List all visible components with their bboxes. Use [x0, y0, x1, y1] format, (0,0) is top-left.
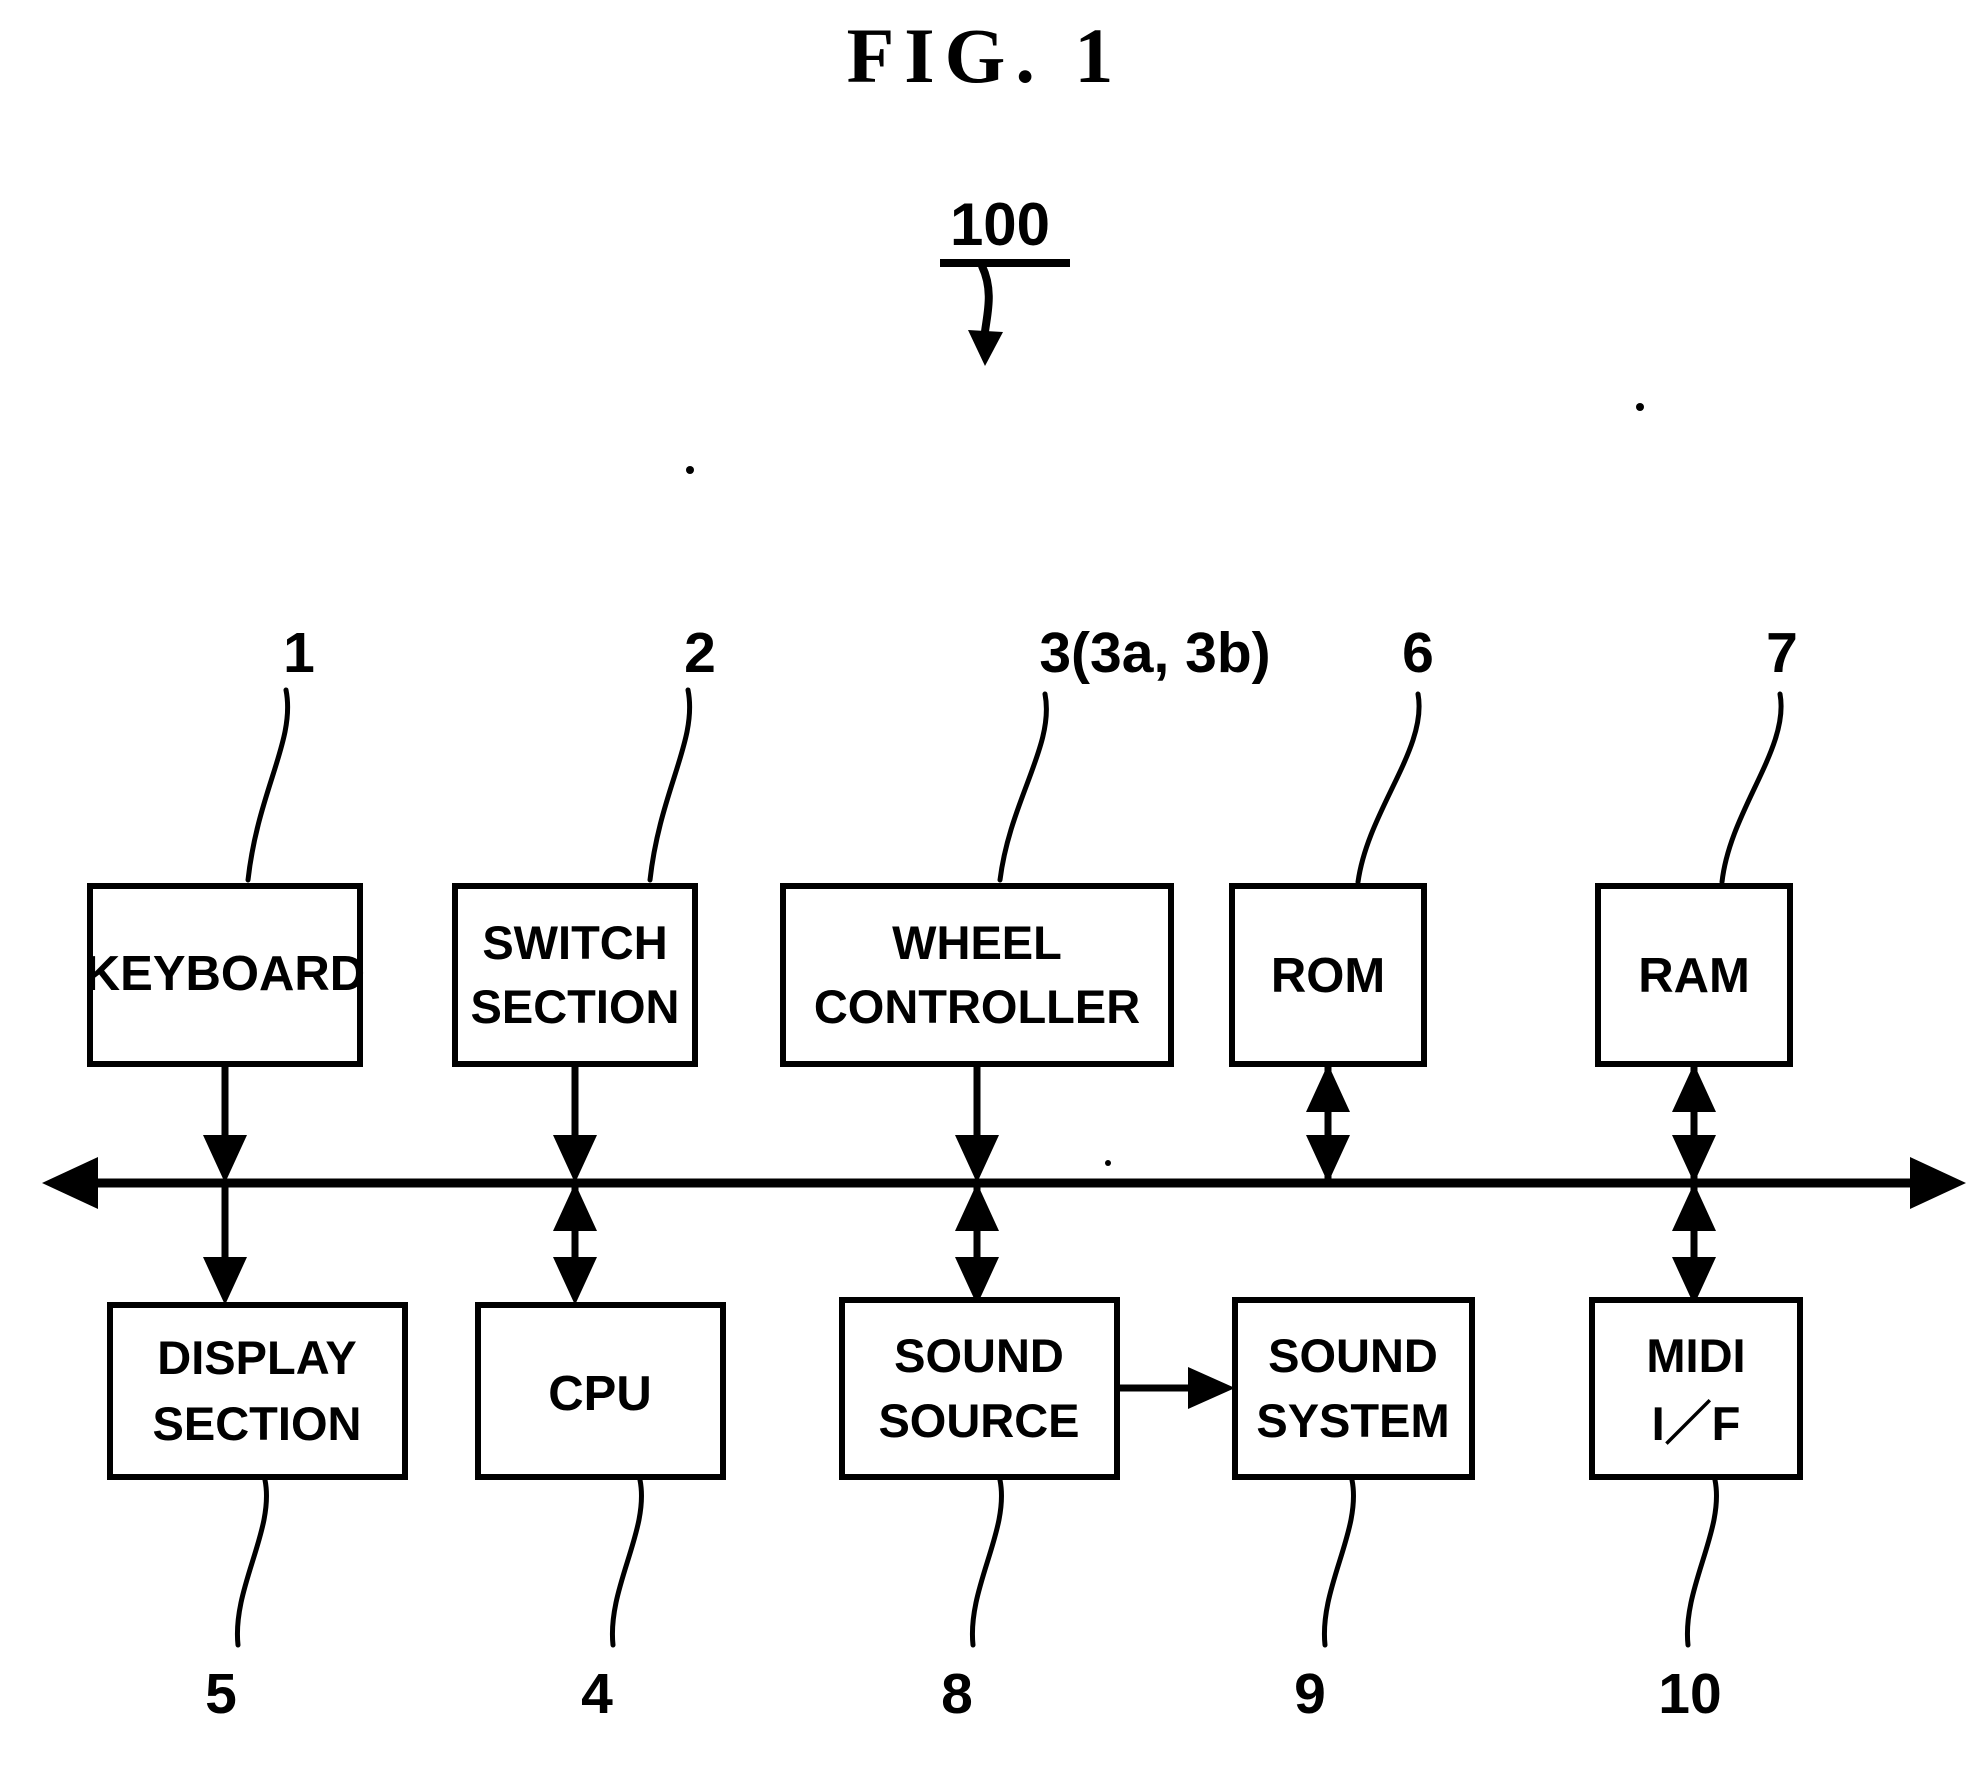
block-ram-label: RAM [1638, 949, 1750, 1003]
connector-wheel-to-bus-arrowhead-down [955, 1135, 999, 1183]
callout-5-label: 5 [205, 1662, 237, 1726]
connector-ram-to-bus-arrowhead-down [1672, 1135, 1716, 1183]
scan-speck [1105, 1160, 1111, 1166]
block-cpu-label: CPU [548, 1367, 651, 1421]
callout-3-label: 3(3a, 3b) [1039, 621, 1270, 685]
patent-figure: FIG. 1 100 1 2 3(3a, 3b) 6 7 KEYBOARD SW… [0, 0, 1971, 1774]
block-sound-system[interactable] [1232, 1297, 1475, 1480]
callout-7-leader [1719, 691, 1784, 885]
callout-4-leader [609, 1477, 644, 1648]
block-display-section-label-line2: SECTION [153, 1397, 362, 1450]
bus-arrowhead-left [42, 1157, 98, 1209]
block-rom-label: ROM [1271, 949, 1385, 1003]
connector-ram-to-bus-arrowhead-up [1672, 1064, 1716, 1112]
connector-bus-to-cpu-arrowhead-down [553, 1257, 597, 1305]
block-midi-interface-label-line1: MIDI [1646, 1329, 1745, 1382]
scan-speck [686, 466, 694, 474]
block-sound-source[interactable] [839, 1297, 1120, 1480]
connector-rom-to-bus-arrowhead-up [1306, 1064, 1350, 1112]
callout-3-leader [997, 691, 1049, 883]
connector-bus-to-sound-source-arrowhead-up [955, 1183, 999, 1231]
callout-9-leader [1321, 1477, 1356, 1648]
block-wheel-controller[interactable] [780, 883, 1174, 1067]
system-reference-label: 100 [950, 191, 1050, 258]
connector-sound-source-to-sound-system-arrowhead [1188, 1367, 1235, 1409]
connector-rom-to-bus-arrowhead-down [1306, 1135, 1350, 1183]
callout-10-label: 10 [1658, 1662, 1721, 1726]
block-switch-section-label-line2: SECTION [471, 980, 680, 1033]
block-sound-source-label-line1: SOUND [894, 1329, 1064, 1382]
block-sound-source-label-line2: SOURCE [878, 1394, 1079, 1447]
block-keyboard-label: KEYBOARD [85, 947, 365, 1001]
block-sound-system-label-line1: SOUND [1268, 1329, 1438, 1382]
callout-6-leader [1355, 691, 1422, 885]
block-sound-system-label-line2: SYSTEM [1256, 1394, 1449, 1447]
callout-4-label: 4 [581, 1662, 613, 1726]
callout-7-label: 7 [1766, 621, 1798, 685]
block-midi-interface[interactable] [1589, 1297, 1803, 1480]
connector-switch-to-bus-arrowhead-down [553, 1135, 597, 1183]
connector-bus-to-cpu-arrowhead-up [553, 1183, 597, 1231]
callout-9-label: 9 [1294, 1662, 1326, 1726]
figure-title: FIG. 1 [847, 12, 1124, 99]
callout-6-label: 6 [1402, 621, 1434, 685]
block-switch-section-label-line1: SWITCH [482, 916, 667, 969]
block-midi-interface-label-line2: I／F [1652, 1397, 1741, 1450]
callout-1-label: 1 [283, 621, 315, 685]
block-switch-section[interactable] [452, 883, 698, 1067]
callout-2-label: 2 [684, 621, 716, 685]
connector-bus-to-display-arrowhead [203, 1257, 247, 1305]
bus-arrowhead-right [1910, 1157, 1966, 1209]
callout-5-leader [234, 1477, 269, 1648]
callout-10-leader [1684, 1477, 1719, 1648]
callout-1-leader [245, 687, 291, 883]
connector-bus-to-midi-arrowhead-up [1672, 1183, 1716, 1231]
callout-8-label: 8 [941, 1662, 973, 1726]
system-reference-arrowhead [968, 330, 1003, 366]
scan-speck [1636, 403, 1644, 411]
callout-8-leader [969, 1477, 1004, 1648]
connector-keyboard-to-bus-arrowhead [203, 1135, 247, 1183]
block-display-section-label-line1: DISPLAY [157, 1331, 356, 1384]
callout-2-leader [647, 687, 693, 883]
block-wheel-controller-label-line1: WHEEL [892, 916, 1062, 969]
block-wheel-controller-label-line2: CONTROLLER [814, 980, 1140, 1033]
figure-canvas: FIG. 1 100 1 2 3(3a, 3b) 6 7 KEYBOARD SW… [42, 12, 1966, 1726]
